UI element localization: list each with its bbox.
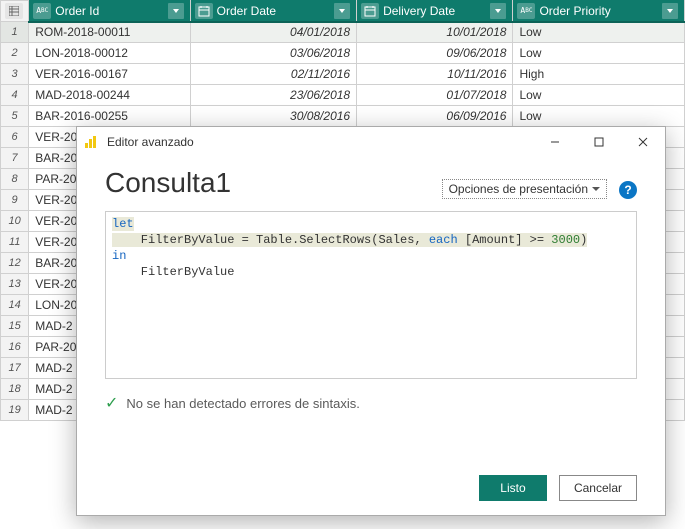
table-row[interactable]: 3VER-2016-0016702/11/201610/11/2016High [1,64,685,85]
cell[interactable]: 01/07/2018 [357,85,513,106]
cell[interactable]: Low [513,106,685,127]
row-number[interactable]: 9 [1,190,29,211]
dialog-title: Editor avanzado [107,135,194,149]
cell[interactable]: 09/06/2018 [357,43,513,64]
column-filter-dropdown[interactable] [490,3,506,19]
row-number[interactable]: 12 [1,253,29,274]
row-number[interactable]: 4 [1,85,29,106]
cell[interactable]: 06/09/2016 [357,106,513,127]
row-number[interactable]: 1 [1,22,29,43]
text-type-icon: ABC [517,3,535,19]
table-row[interactable]: 5BAR-2016-0025530/08/201606/09/2016Low [1,106,685,127]
cancel-button[interactable]: Cancelar [559,475,637,501]
table-icon [5,3,23,19]
cell[interactable]: 10/01/2018 [357,22,513,43]
row-number[interactable]: 10 [1,211,29,232]
column-filter-dropdown[interactable] [334,3,350,19]
column-label: Order Id [55,4,163,18]
cell[interactable]: 02/11/2016 [190,64,356,85]
cell[interactable]: 03/06/2018 [190,43,356,64]
row-number[interactable]: 11 [1,232,29,253]
text-type-icon: ABC [33,3,51,19]
cell[interactable]: 30/08/2016 [190,106,356,127]
row-number[interactable]: 16 [1,337,29,358]
grid-corner [1,1,29,22]
cell[interactable]: 04/01/2018 [190,22,356,43]
column-label: Order Date [217,4,330,18]
row-number[interactable]: 5 [1,106,29,127]
row-number[interactable]: 17 [1,358,29,379]
cell[interactable]: MAD-2018-00244 [29,85,190,106]
code-kw-let: let [112,217,134,231]
cell[interactable]: LON-2018-00012 [29,43,190,64]
cell[interactable]: 10/11/2016 [357,64,513,85]
minimize-button[interactable] [533,127,577,157]
cell[interactable]: ROM-2018-00011 [29,22,190,43]
help-icon[interactable]: ? [619,181,637,199]
row-number[interactable]: 18 [1,379,29,400]
cell[interactable]: BAR-2016-00255 [29,106,190,127]
row-number[interactable]: 15 [1,316,29,337]
row-number[interactable]: 14 [1,295,29,316]
column-filter-dropdown[interactable] [662,3,678,19]
row-number[interactable]: 3 [1,64,29,85]
column-label: Delivery Date [383,4,486,18]
table-row[interactable]: 4MAD-2018-0024423/06/201801/07/2018Low [1,85,685,106]
m-code-editor[interactable]: let FilterByValue = Table.SelectRows(Sal… [105,211,637,379]
table-row[interactable]: 2LON-2018-0001203/06/201809/06/2018Low [1,43,685,64]
dialog-titlebar[interactable]: Editor avanzado [77,127,665,157]
column-filter-dropdown[interactable] [168,3,184,19]
display-options-dropdown[interactable]: Opciones de presentación [442,179,607,199]
column-header[interactable]: ABC Order Priority [513,1,685,22]
column-header[interactable]: ABC Order Id [29,1,190,22]
syntax-status: ✓ No se han detectado errores de sintaxi… [105,393,637,413]
row-number[interactable]: 6 [1,127,29,148]
column-label: Order Priority [539,4,658,18]
power-bi-icon [83,134,99,150]
table-row[interactable]: 1ROM-2018-0001104/01/201810/01/2018Low [1,22,685,43]
column-header[interactable]: Delivery Date [357,1,513,22]
calendar-icon [361,3,379,19]
code-kw-in: in [112,249,126,263]
row-number[interactable]: 8 [1,169,29,190]
done-button[interactable]: Listo [479,475,547,501]
cell[interactable]: Low [513,43,685,64]
row-number[interactable]: 13 [1,274,29,295]
close-button[interactable] [621,127,665,157]
row-number[interactable]: 7 [1,148,29,169]
maximize-button[interactable] [577,127,621,157]
calendar-icon [195,3,213,19]
cell[interactable]: 23/06/2018 [190,85,356,106]
cell[interactable]: Low [513,22,685,43]
check-icon: ✓ [105,393,118,413]
syntax-status-text: No se han detectado errores de sintaxis. [126,396,359,411]
row-number[interactable]: 19 [1,400,29,421]
row-number[interactable]: 2 [1,43,29,64]
query-name-heading: Consulta1 [105,167,442,199]
advanced-editor-dialog: Editor avanzado Consulta1 Opciones de pr… [76,126,666,516]
cell[interactable]: High [513,64,685,85]
column-header[interactable]: Order Date [190,1,356,22]
cell[interactable]: VER-2016-00167 [29,64,190,85]
cell[interactable]: Low [513,85,685,106]
